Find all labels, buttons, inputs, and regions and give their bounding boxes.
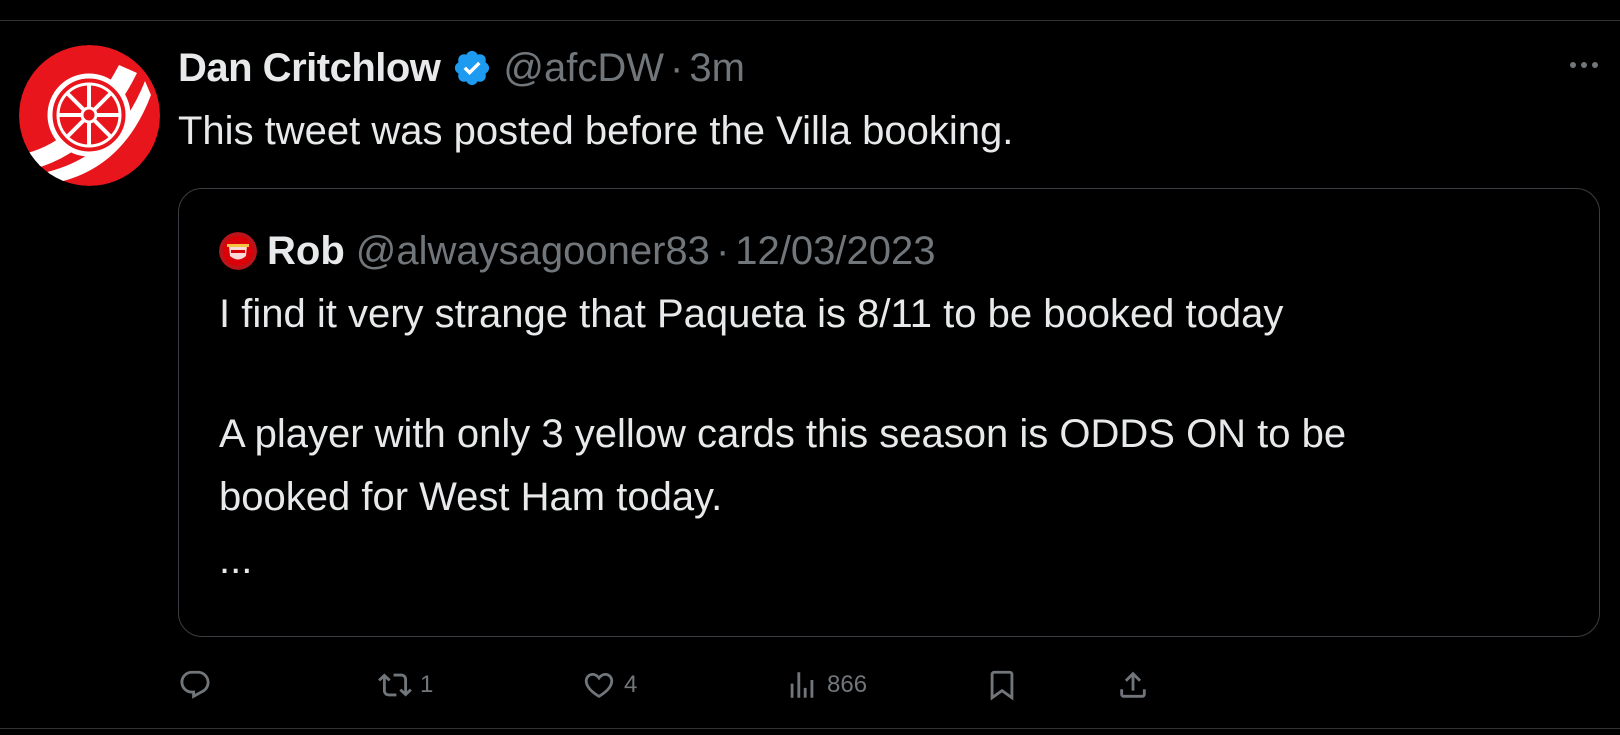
quoted-author-name[interactable]: Rob [267, 229, 345, 274]
more-options-button[interactable] [1564, 52, 1604, 78]
like-count: 4 [624, 671, 638, 698]
quoted-avatar [219, 232, 257, 270]
quoted-text-line: booked for West Ham today. [219, 475, 723, 519]
top-divider [0, 20, 1620, 21]
arsenal-crest-icon [219, 232, 257, 270]
tweet-header: Dan Critchlow @afcDW · 3m [178, 42, 745, 94]
heart-icon [584, 672, 614, 698]
views-count: 866 [827, 671, 868, 698]
reply-button[interactable] [178, 660, 212, 710]
retweet-icon [378, 673, 412, 697]
retweet-count: 1 [420, 671, 434, 698]
verified-badge-icon[interactable] [452, 48, 492, 88]
tweet-action-bar: 1 4 866 [0, 660, 1620, 710]
quoted-author-handle[interactable]: @alwaysagooner83 [356, 229, 710, 274]
like-button[interactable]: 4 [582, 660, 637, 710]
views-button[interactable]: 866 [785, 660, 867, 710]
quoted-tweet-header: Rob @alwaysagooner83 · 12/03/2023 [219, 225, 935, 277]
quoted-text-truncation: ... [219, 538, 253, 582]
header-separator: · [670, 45, 684, 90]
bookmark-button[interactable] [985, 660, 1019, 710]
quoted-header-separator: · [715, 228, 730, 273]
bottom-divider [0, 728, 1620, 729]
share-button[interactable] [1116, 660, 1150, 710]
reply-icon [180, 670, 210, 699]
bookmark-icon [990, 670, 1014, 701]
tweet-text: This tweet was posted before the Villa b… [178, 109, 1014, 153]
quoted-text-line: A player with only 3 yellow cards this s… [219, 412, 1347, 456]
cannon-wheel-icon [19, 45, 160, 186]
share-icon [1120, 671, 1146, 698]
tweet-time[interactable]: 3m [689, 46, 745, 91]
quoted-tweet-date[interactable]: 12/03/2023 [735, 229, 935, 274]
ellipsis-icon [1570, 62, 1598, 68]
quoted-tweet-card[interactable]: Rob @alwaysagooner83 · 12/03/2023 I find… [178, 188, 1600, 637]
quoted-text-line: I find it very strange that Paqueta is 8… [219, 292, 1284, 336]
retweet-button[interactable]: 1 [378, 660, 433, 710]
author-handle[interactable]: @afcDW [503, 46, 664, 91]
views-icon [790, 672, 814, 698]
avatar[interactable] [19, 45, 160, 186]
author-name[interactable]: Dan Critchlow [178, 46, 441, 91]
